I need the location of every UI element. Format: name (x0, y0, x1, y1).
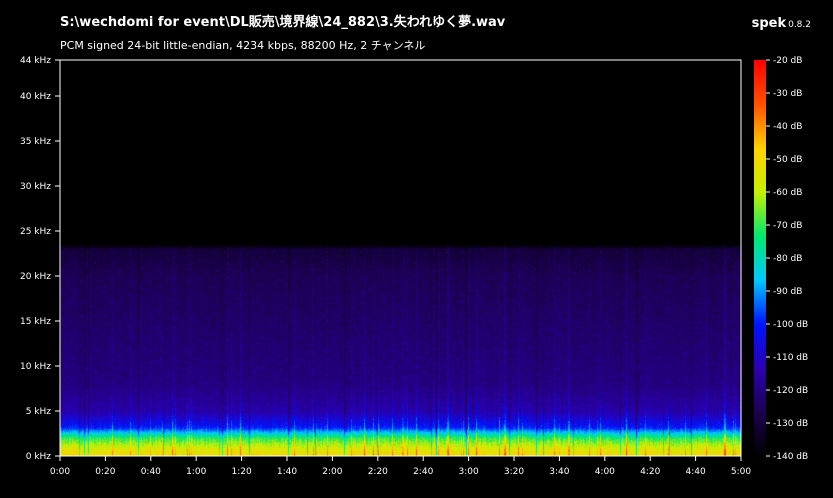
db-tick-label: -70 dB (773, 221, 802, 231)
time-tick-label: 3:20 (504, 467, 524, 477)
freq-tick-label: 0 kHz (26, 452, 52, 462)
time-tick-label: 1:20 (231, 467, 251, 477)
time-tick-label: 1:40 (277, 467, 297, 477)
colorbar-axis: -20 dB -30 dB -40 dB -50 dB -60 dB -70 dB -80 … (766, 56, 808, 462)
freq-tick-label: 40 kHz (20, 92, 51, 102)
time-tick-label: 3:00 (458, 467, 478, 477)
freq-tick-label: 44 kHz (20, 56, 51, 66)
time-tick-label: 3:40 (549, 467, 569, 477)
time-tick-label: 2:20 (368, 467, 388, 477)
db-tick-label: -110 dB (773, 353, 808, 363)
db-tick-label: -140 dB (773, 452, 808, 462)
time-tick-label: 0:00 (50, 467, 70, 477)
freq-tick-label: 35 kHz (20, 137, 51, 147)
spectrogram-chart: 0 kHz 5 kHz 10 kHz 15 kHz 20 kHz 25 kHz 30 kHz… (20, 56, 808, 477)
time-tick-label: 5:00 (731, 467, 751, 477)
freq-tick-label: 15 kHz (20, 317, 51, 327)
db-tick-label: -90 dB (773, 287, 802, 297)
time-tick-label: 4:00 (595, 467, 615, 477)
time-tick-label: 4:20 (640, 467, 660, 477)
db-tick-label: -120 dB (773, 386, 808, 396)
freq-tick-label: 5 kHz (26, 407, 52, 417)
db-tick-label: -30 dB (773, 89, 802, 99)
db-tick-label: -40 dB (773, 122, 802, 132)
db-tick-label: -20 dB (773, 56, 802, 66)
time-tick-label: 0:40 (141, 467, 161, 477)
freq-tick-label: 30 kHz (20, 182, 51, 192)
time-tick-label: 2:00 (322, 467, 342, 477)
db-tick-label: -130 dB (773, 419, 808, 429)
time-tick-label: 2:40 (413, 467, 433, 477)
time-tick-label: 1:00 (186, 467, 206, 477)
time-tick-label: 0:20 (95, 467, 115, 477)
freq-tick-label: 10 kHz (20, 362, 51, 372)
spectrogram-image (60, 60, 741, 456)
db-tick-label: -80 dB (773, 254, 802, 264)
time-axis: 0:00 0:20 0:40 1:00 1:20 1:40 2:00 2:20 2:40 3:00… (50, 456, 751, 477)
frequency-axis: 0 kHz 5 kHz 10 kHz 15 kHz 20 kHz 25 kHz 30 kHz… (20, 56, 60, 462)
freq-tick-label: 25 kHz (20, 227, 51, 237)
time-tick-label: 4:40 (685, 467, 705, 477)
db-tick-label: -100 dB (773, 320, 808, 330)
db-tick-label: -60 dB (773, 188, 802, 198)
freq-tick-label: 20 kHz (20, 272, 51, 282)
db-tick-label: -50 dB (773, 155, 802, 165)
colorbar (754, 60, 766, 456)
